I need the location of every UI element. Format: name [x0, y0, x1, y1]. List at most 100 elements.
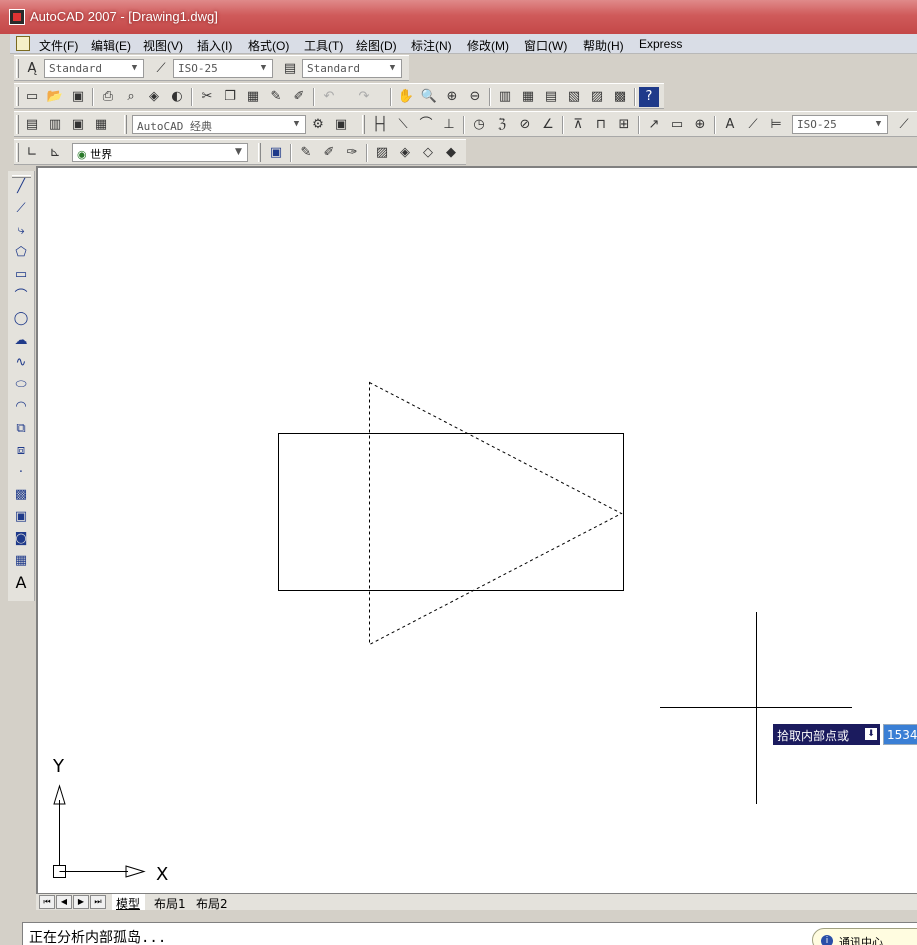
prev-tab-icon[interactable]: ◀: [56, 895, 72, 909]
make-block-icon[interactable]: ⧈: [11, 441, 31, 461]
sheet-set-icon[interactable]: ▧: [564, 87, 584, 107]
ucs-select[interactable]: ◉ 世界 ▼: [72, 143, 248, 162]
ucs-previous-icon[interactable]: ⊾: [45, 143, 65, 163]
text-style-icon[interactable]: Ą: [22, 59, 42, 79]
cut-icon[interactable]: ✂: [197, 87, 217, 107]
arc-length-icon[interactable]: ⌒: [416, 115, 436, 135]
polyline-icon[interactable]: ⤷: [11, 221, 31, 241]
layer-states-icon[interactable]: ▥: [45, 115, 65, 135]
table-style-icon[interactable]: ▤: [280, 59, 300, 79]
menu-edit[interactable]: 编辑(E): [91, 37, 131, 54]
rectangle-icon[interactable]: ▭: [11, 265, 31, 285]
menu-insert[interactable]: 插入(I): [197, 37, 232, 54]
baseline-icon[interactable]: ⊓: [591, 115, 611, 135]
workspace-settings-icon[interactable]: ⚙: [308, 115, 328, 135]
communication-center[interactable]: i 通讯中心: [812, 928, 917, 945]
pan-icon[interactable]: ✋: [396, 87, 416, 107]
viewport-icon[interactable]: ▣: [266, 143, 286, 163]
paste-icon[interactable]: ▦: [243, 87, 263, 107]
line-icon[interactable]: ╱: [11, 177, 31, 197]
coordinate-input[interactable]: 1534.: [883, 724, 917, 745]
dim-style-select[interactable]: ISO-25 ▼: [173, 59, 273, 78]
qleader-icon[interactable]: ↗: [644, 115, 664, 135]
my-workspace-icon[interactable]: ▣: [331, 115, 351, 135]
edit-poly-icon[interactable]: ✐: [319, 143, 339, 163]
polygon-icon[interactable]: ⬠: [11, 243, 31, 263]
point-icon[interactable]: ·: [11, 463, 31, 483]
menu-modify[interactable]: 修改(M): [467, 37, 509, 54]
dimtedit-icon[interactable]: ⟋: [743, 115, 763, 135]
edit-text-icon[interactable]: ✎: [296, 143, 316, 163]
revision-cloud-icon[interactable]: ☁: [11, 331, 31, 351]
toolbar-grip[interactable]: [16, 59, 19, 78]
properties-icon[interactable]: ▥: [495, 87, 515, 107]
table-style-select[interactable]: Standard ▼: [302, 59, 402, 78]
arc-icon[interactable]: ⌒: [11, 287, 31, 307]
calculator-icon[interactable]: ▩: [610, 87, 630, 107]
last-tab-icon[interactable]: ⏭: [90, 895, 106, 909]
tab-layout1[interactable]: 布局1: [150, 894, 191, 911]
publish-icon[interactable]: ◈: [144, 87, 164, 107]
toolbar-grip[interactable]: [258, 143, 261, 162]
undo-icon[interactable]: ↶: [319, 87, 339, 107]
menu-draw[interactable]: 绘图(D): [356, 37, 397, 54]
multiline-text-icon[interactable]: A: [11, 573, 31, 593]
layer-isolate-icon[interactable]: ▦: [91, 115, 111, 135]
construction-line-icon[interactable]: ⟋: [11, 199, 31, 219]
3d-dwf-icon[interactable]: ◐: [167, 87, 187, 107]
menu-file[interactable]: 文件(F): [39, 37, 78, 54]
menu-format[interactable]: 格式(O): [248, 37, 289, 54]
center-mark-icon[interactable]: ⊕: [690, 115, 710, 135]
title-bar[interactable]: AutoCAD 2007 - [Drawing1.dwg]: [0, 0, 917, 34]
toolbar-grip[interactable]: [16, 87, 19, 106]
next-tab-icon[interactable]: ▶: [73, 895, 89, 909]
diameter-icon[interactable]: ⊘: [515, 115, 535, 135]
open-file-icon[interactable]: 📂: [45, 87, 65, 107]
print-icon[interactable]: ⎙: [98, 87, 118, 107]
gradient-icon[interactable]: ▣: [11, 507, 31, 527]
ellipse-icon[interactable]: ⬭: [11, 375, 31, 395]
menu-dimension[interactable]: 标注(N): [411, 37, 452, 54]
toolbar-grip[interactable]: [362, 115, 365, 134]
toolbar-grip[interactable]: [124, 115, 127, 134]
edit-spline-icon[interactable]: ✑: [342, 143, 362, 163]
menu-view[interactable]: 视图(V): [143, 37, 183, 54]
ucs-icon[interactable]: ∟: [22, 143, 42, 163]
dim-style-select-2[interactable]: ISO-25 ▼: [792, 115, 888, 134]
tolerance-icon[interactable]: ▭: [667, 115, 687, 135]
first-tab-icon[interactable]: ⏮: [39, 895, 55, 909]
hatch-icon[interactable]: ▩: [11, 485, 31, 505]
tab-model[interactable]: 模型: [112, 894, 146, 911]
quick-dim-icon[interactable]: ⊼: [568, 115, 588, 135]
markup-icon[interactable]: ▨: [587, 87, 607, 107]
linear-dim-icon[interactable]: ├┤: [370, 115, 390, 135]
ellipse-arc-icon[interactable]: ◠: [11, 397, 31, 417]
document-icon[interactable]: [16, 36, 30, 51]
workspace-select[interactable]: AutoCAD 经典 ▼: [132, 115, 306, 134]
new-file-icon[interactable]: ▭: [22, 87, 42, 107]
menu-express[interactable]: Express: [639, 37, 682, 51]
design-center-icon[interactable]: ▦: [518, 87, 538, 107]
match-properties-icon[interactable]: ✎: [266, 87, 286, 107]
menu-tools[interactable]: 工具(T): [304, 37, 343, 54]
redo-icon[interactable]: ↷: [354, 87, 374, 107]
dim-style-manager-icon[interactable]: ⟋: [894, 115, 914, 135]
menu-window[interactable]: 窗口(W): [524, 37, 567, 54]
edit-block-icon[interactable]: ◇: [418, 143, 438, 163]
block-editor-icon[interactable]: ✐: [289, 87, 309, 107]
dimedit-icon[interactable]: A: [720, 115, 740, 135]
radius-icon[interactable]: ◷: [469, 115, 489, 135]
circle-icon[interactable]: ◯: [11, 309, 31, 329]
drawn-triangle-selected[interactable]: [369, 381, 623, 646]
jogged-icon[interactable]: ℨ: [492, 115, 512, 135]
drawing-canvas[interactable]: X Y 拾取内部点或 ⬇ 1534.: [36, 166, 917, 893]
toolbar-grip[interactable]: [16, 143, 19, 162]
edit-ref-icon[interactable]: ◆: [441, 143, 461, 163]
spline-icon[interactable]: ∿: [11, 353, 31, 373]
help-icon[interactable]: ?: [639, 87, 659, 107]
drawn-rectangle[interactable]: [278, 433, 624, 591]
continue-icon[interactable]: ⊞: [614, 115, 634, 135]
table-icon[interactable]: ▦: [11, 551, 31, 571]
insert-block-icon[interactable]: ⧉: [11, 419, 31, 439]
command-line[interactable]: 正在分析内部孤岛...: [22, 922, 917, 945]
